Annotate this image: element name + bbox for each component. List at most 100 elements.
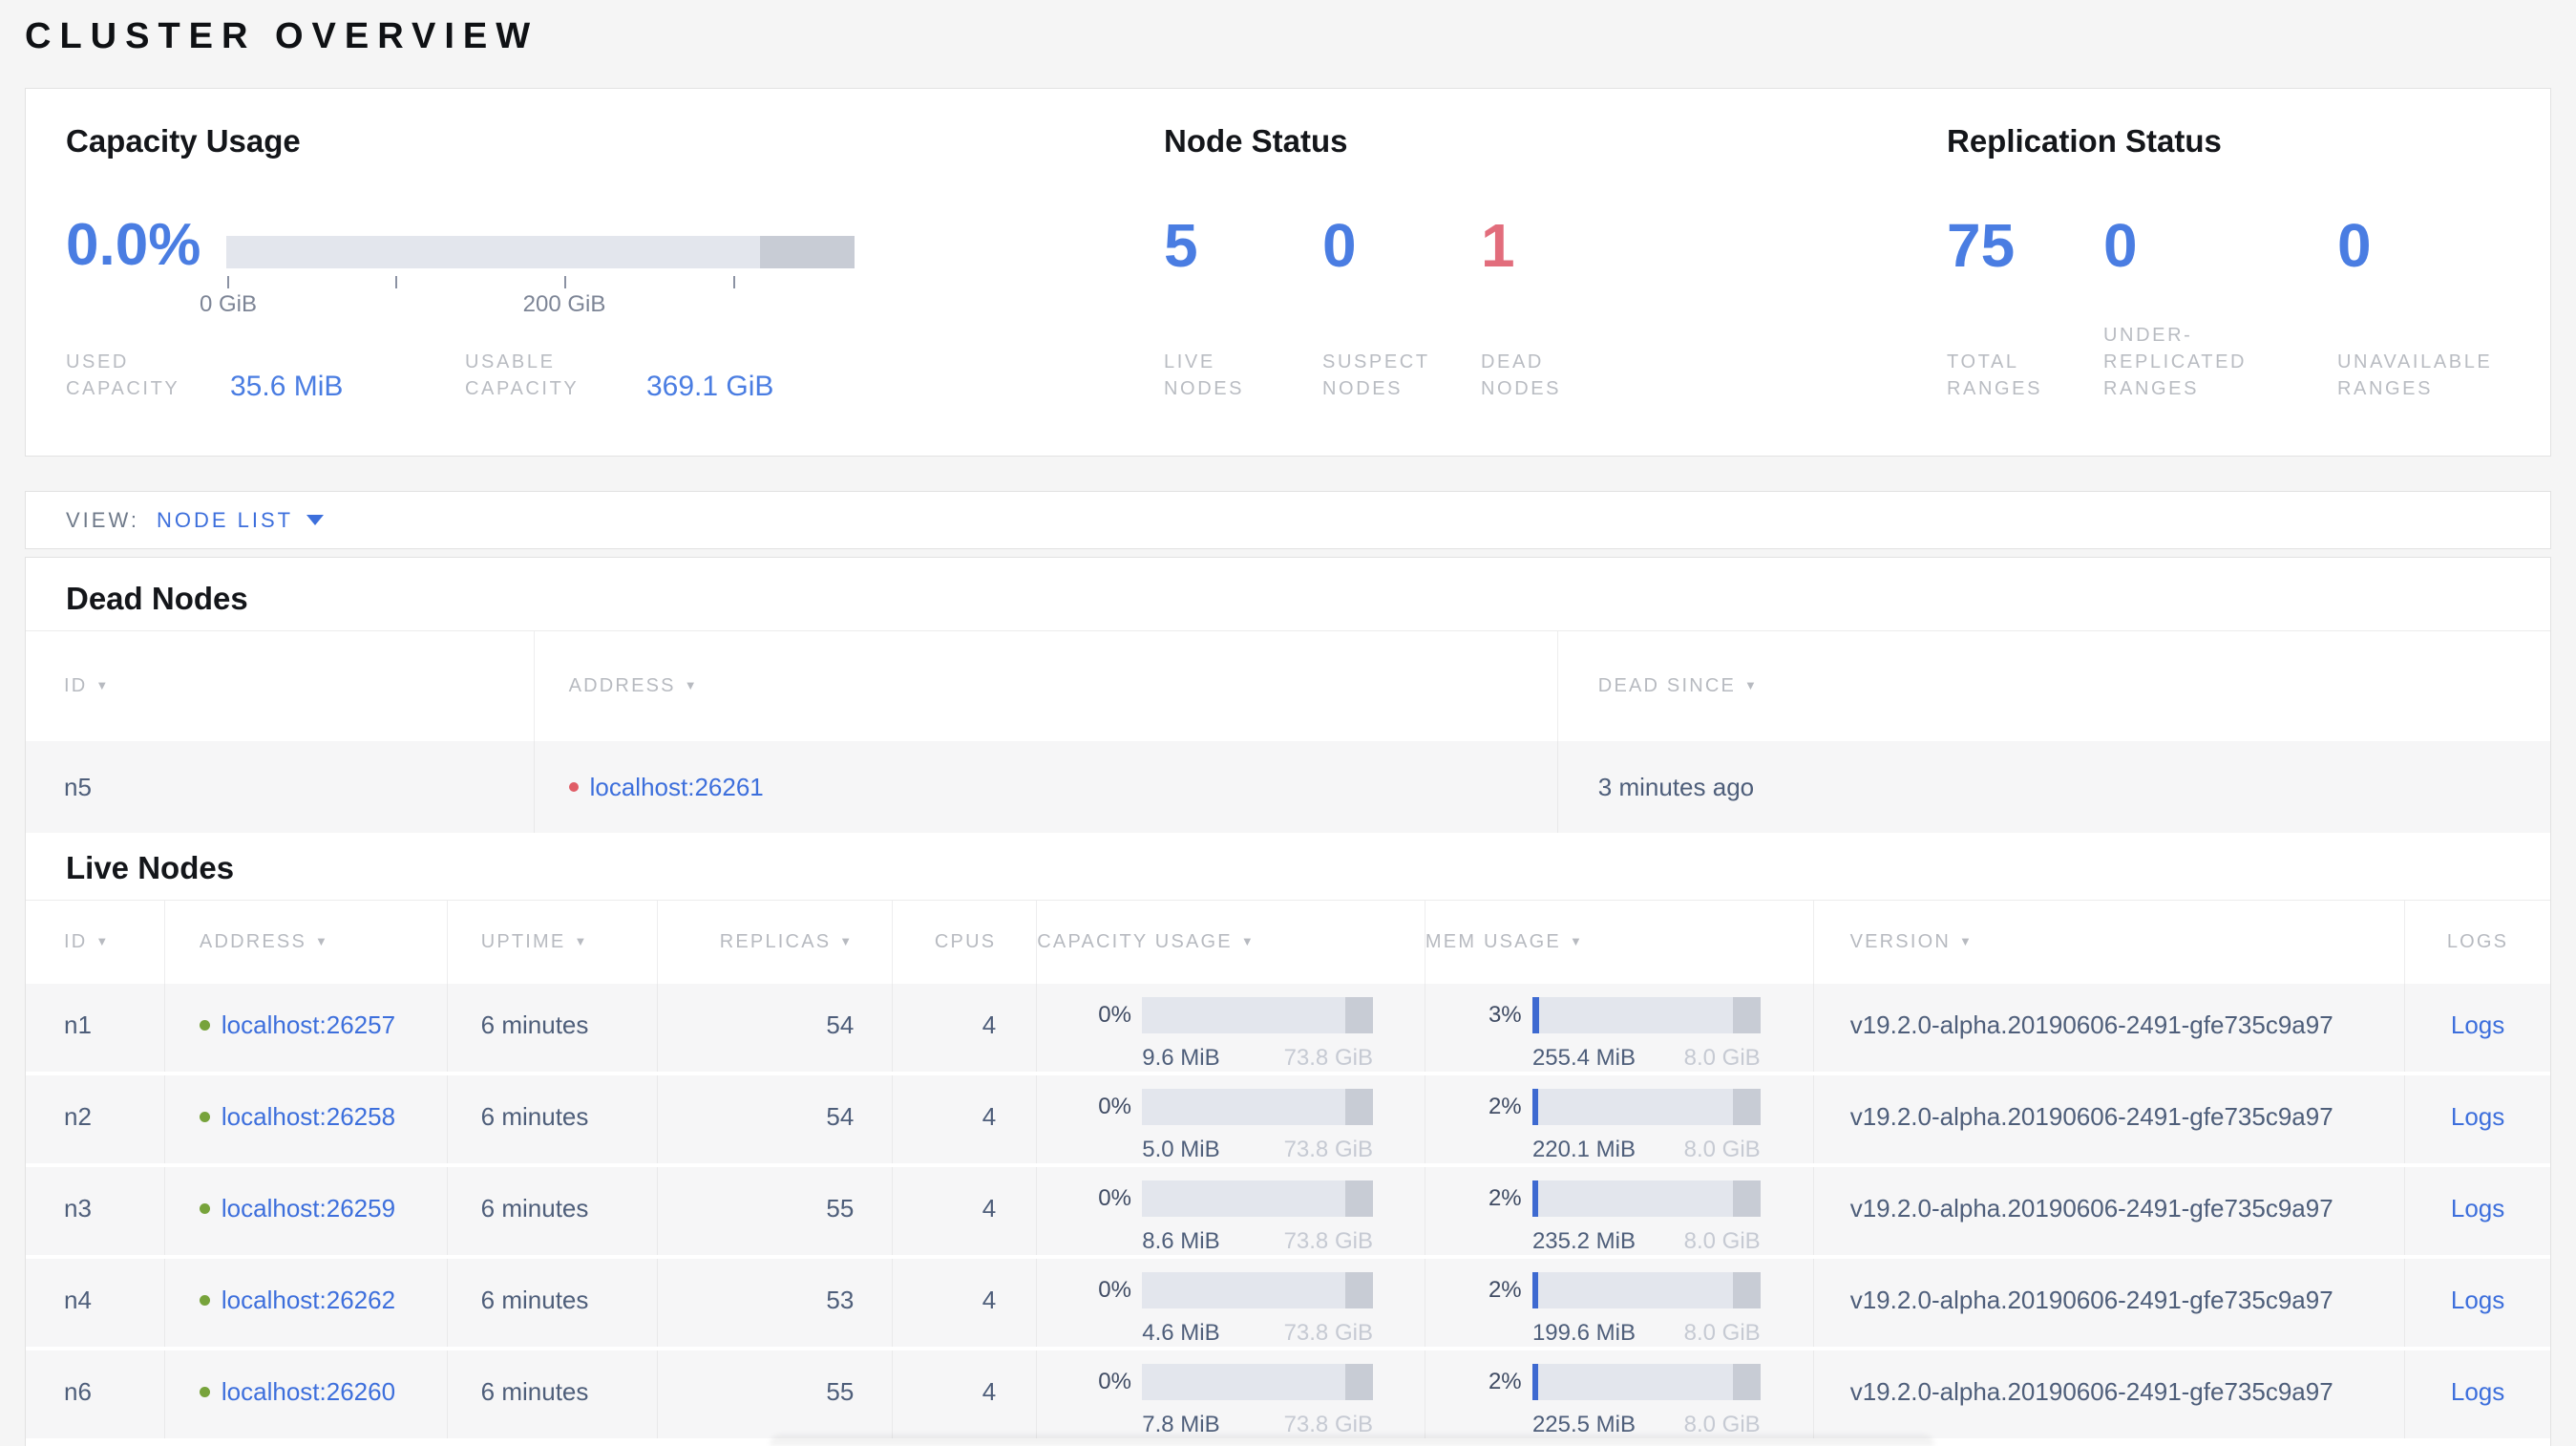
node-id-cell: n5	[26, 741, 535, 833]
suspect-nodes-stat: 0 SUSPECT NODES	[1322, 211, 1481, 402]
node-address-link[interactable]: localhost:26260	[222, 1377, 395, 1407]
uptime-cell: 6 minutes	[448, 1350, 658, 1438]
capacity-usage-percent: 0%	[1098, 1369, 1131, 1394]
dead-nodes-count: 1	[1481, 211, 1515, 280]
replication-status-title: Replication Status	[1947, 123, 2222, 159]
capacity-usage: 0% 8.6 MiB 73.8 GiB	[1037, 1167, 1425, 1255]
live-status-dot-icon	[199, 1112, 210, 1122]
column-header-id[interactable]: ID ▼	[26, 631, 535, 741]
mem-usage: 3% 255.4 MiB 8.0 GiB	[1425, 984, 1814, 1072]
total-ranges-count: 75	[1947, 211, 2016, 280]
dead-nodes-label: DEAD NODES	[1481, 351, 1562, 399]
page-title: CLUSTER OVERVIEW	[25, 16, 539, 56]
mem-usage-labels: 220.1 MiB 8.0 GiB	[1532, 1137, 1761, 1163]
uptime-cell: 6 minutes	[448, 1167, 658, 1255]
capacity-usage-bar-end-segment	[1344, 1364, 1373, 1400]
live-status-dot-icon	[199, 1020, 210, 1031]
column-header-capacity-usage[interactable]: CAPACITY USAGE ▼	[1037, 901, 1425, 984]
capacity-usage: 0% 9.6 MiB 73.8 GiB	[1037, 984, 1425, 1072]
column-header-mem-usage[interactable]: MEM USAGE ▼	[1425, 901, 1814, 984]
capacity-usage-labels: 8.6 MiB 73.8 GiB	[1142, 1228, 1373, 1255]
mem-usage: 2% 199.6 MiB 8.0 GiB	[1425, 1259, 1814, 1347]
view-dropdown-value: NODE LIST	[156, 507, 294, 532]
capacity-usage-title: Capacity Usage	[66, 123, 301, 159]
logs-cell: Logs	[2405, 1167, 2550, 1255]
capacity-gauge-track	[226, 236, 855, 268]
mem-usage-bar-fill	[1531, 1089, 1538, 1125]
capacity-usage-percent: 0%	[1098, 1094, 1131, 1119]
capacity-usage-used-value: 4.6 MiB	[1142, 1320, 1220, 1346]
mem-usage-percent: 2%	[1488, 1185, 1522, 1211]
column-header-id[interactable]: ID ▼	[26, 901, 165, 984]
node-address-cell: localhost:26258	[165, 1075, 448, 1163]
mem-usage-bar-fill	[1531, 997, 1540, 1033]
dead-since-cell: 3 minutes ago	[1597, 772, 1755, 801]
column-header-uptime[interactable]: UPTIME ▼	[448, 901, 658, 984]
live-node-row: n4 localhost:26262 6 minutes 53 4 0% 4.6 MiB 73…	[26, 1259, 2550, 1347]
node-address: localhost:26260	[199, 1377, 395, 1407]
version-cell: v19.2.0-alpha.20190606-2491-gfe735c9a97	[1814, 1075, 2406, 1163]
column-header-label: UPTIME	[480, 931, 566, 952]
view-dropdown[interactable]: NODE LIST	[156, 507, 325, 533]
mem-usage-bar-end-segment	[1733, 1272, 1761, 1308]
logs-cell: Logs	[2405, 1259, 2550, 1347]
mem-usage-bar-row: 2%	[1489, 1089, 1761, 1125]
node-address-link[interactable]: localhost:26258	[222, 1102, 395, 1132]
node-address: localhost:26261	[568, 773, 764, 802]
mem-usage-total-value: 8.0 GiB	[1683, 1137, 1761, 1162]
mem-usage-bar	[1531, 997, 1761, 1033]
cpus-cell: 4	[893, 984, 1038, 1072]
sort-descending-icon: ▼	[95, 678, 111, 692]
total-ranges-stat: 75 TOTAL RANGES	[1947, 211, 2103, 402]
capacity-usage-bar-end-segment	[1344, 1180, 1373, 1217]
capacity-usage: 0% 4.6 MiB 73.8 GiB	[1037, 1259, 1425, 1347]
node-address: localhost:26262	[199, 1286, 395, 1315]
column-header-label: ID	[64, 675, 88, 696]
column-header-replicas[interactable]: REPLICAS ▼	[658, 901, 894, 984]
column-header-address[interactable]: ADDRESS ▼	[165, 901, 448, 984]
node-id-cell: n2	[26, 1075, 165, 1163]
mem-usage-bar-fill	[1531, 1272, 1538, 1308]
column-header-address[interactable]: ADDRESS ▼	[535, 631, 1558, 741]
logs-link[interactable]: Logs	[2451, 1010, 2504, 1040]
column-header-dead-since[interactable]: DEAD SINCE ▼	[1558, 631, 2550, 741]
live-nodes-table-body: n1 localhost:26257 6 minutes 54 4 0% 9.6 MiB 73…	[26, 984, 2550, 1438]
logs-link[interactable]: Logs	[2451, 1377, 2504, 1407]
suspect-nodes-label: SUSPECT NODES	[1322, 351, 1430, 399]
node-address-link[interactable]: localhost:26261	[590, 773, 764, 802]
sort-descending-icon: ▼	[1240, 934, 1256, 948]
node-id-cell: n4	[26, 1259, 165, 1347]
node-address-link[interactable]: localhost:26262	[222, 1286, 395, 1315]
logs-cell: Logs	[2405, 1075, 2550, 1163]
column-header-version[interactable]: VERSION ▼	[1814, 901, 2406, 984]
mem-usage-used-value: 235.2 MiB	[1531, 1228, 1636, 1254]
logs-link[interactable]: Logs	[2451, 1194, 2504, 1223]
node-address-link[interactable]: localhost:26259	[222, 1194, 395, 1223]
mem-usage-bar	[1531, 1272, 1761, 1308]
capacity-usage-percent: 0%	[1098, 1002, 1131, 1028]
node-address-link[interactable]: localhost:26257	[222, 1010, 395, 1040]
total-ranges-label: TOTAL RANGES	[1947, 351, 2043, 399]
live-node-row: n3 localhost:26259 6 minutes 55 4 0% 8.6 MiB 73…	[26, 1167, 2550, 1255]
mem-usage-bar-row: 2%	[1489, 1180, 1761, 1217]
dead-nodes-heading: Dead Nodes	[66, 581, 248, 616]
version-cell: v19.2.0-alpha.20190606-2491-gfe735c9a97	[1814, 984, 2406, 1072]
node-address: localhost:26257	[199, 1010, 395, 1040]
chevron-down-icon	[306, 515, 325, 525]
column-header-label: VERSION	[1849, 931, 1951, 952]
logs-link[interactable]: Logs	[2451, 1286, 2504, 1315]
node-address: localhost:26258	[199, 1102, 395, 1132]
live-status-dot-icon	[199, 1295, 210, 1306]
cpus-cell: 4	[893, 1167, 1038, 1255]
logs-cell: Logs	[2405, 1350, 2550, 1438]
mem-usage-used-value: 220.1 MiB	[1531, 1137, 1636, 1162]
logs-link[interactable]: Logs	[2451, 1102, 2504, 1132]
capacity-usage-labels: 9.6 MiB 73.8 GiB	[1142, 1045, 1373, 1072]
column-header-label: ADDRESS	[568, 675, 676, 696]
replicas-cell: 54	[658, 984, 894, 1072]
capacity-usage: 0% 7.8 MiB 73.8 GiB	[1037, 1350, 1425, 1438]
cpus-cell: 4	[893, 1075, 1038, 1163]
node-address-cell: localhost:26261	[535, 741, 1558, 833]
mem-usage: 2% 235.2 MiB 8.0 GiB	[1425, 1167, 1814, 1255]
capacity-usage-bar-row: 0%	[1098, 1180, 1373, 1217]
